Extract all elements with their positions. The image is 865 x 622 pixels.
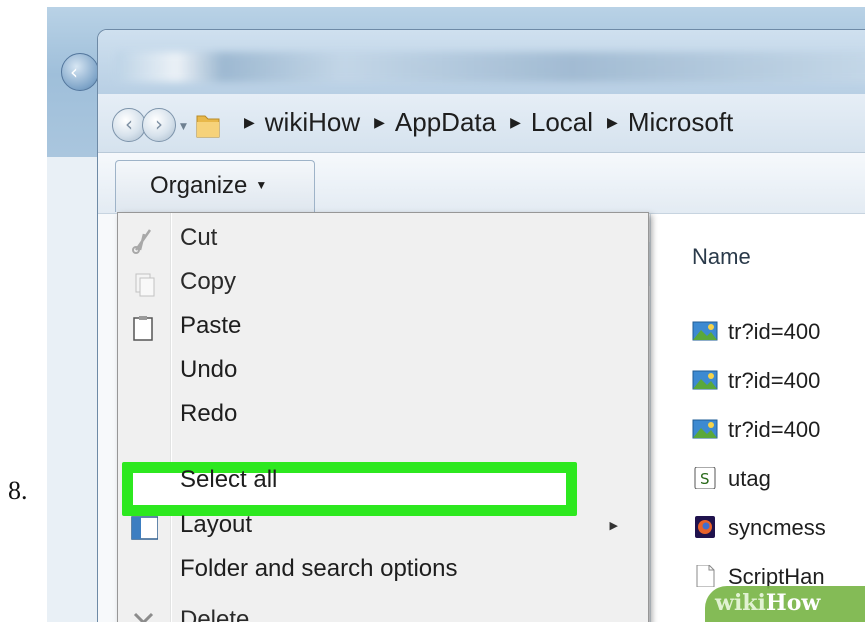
watermark-brand-b: How — [765, 590, 821, 616]
delete-x-icon — [133, 612, 154, 622]
address-bar-row: ‹ › ▼ ▶ wikiHow ▶ AppData ▶ Local ▶ Microsoft — [98, 94, 865, 153]
breadcrumb-separator-icon[interactable]: ▶ — [607, 114, 618, 130]
screenshot-frame: ‹ ‹ › ▼ ▶ wikiHow ▶ AppData ▶ Local ▶ Microsoft… — [47, 7, 865, 622]
list-item[interactable]: tr?id=400 — [692, 368, 820, 398]
clipboard-icon — [133, 316, 153, 341]
list-item[interactable]: Sutag — [692, 466, 771, 496]
list-item[interactable]: tr?id=400 — [692, 417, 820, 447]
watermark-brand-a: wiki — [715, 590, 766, 616]
layout-icon — [131, 516, 158, 540]
image-file-icon — [692, 370, 718, 390]
list-item[interactable]: syncmess — [692, 515, 826, 545]
copy-icon — [135, 273, 155, 297]
breadcrumb-separator-icon[interactable]: ▶ — [510, 114, 521, 130]
menu-item-select-all[interactable]: Select all — [118, 460, 648, 504]
command-bar: Organize ▼ — [98, 153, 865, 214]
breadcrumb-separator-icon[interactable]: ▶ — [374, 114, 385, 130]
background-back-button[interactable]: ‹ — [61, 53, 99, 91]
organize-label: Organize — [150, 172, 248, 199]
firefox-file-icon — [695, 516, 715, 539]
menu-item-cut[interactable]: Cut — [118, 218, 648, 262]
file-name: tr?id=400 — [728, 368, 821, 393]
menu-item-redo[interactable]: Redo — [118, 394, 648, 438]
back-button[interactable]: ‹ — [112, 108, 146, 142]
file-name: syncmess — [728, 515, 826, 540]
menu-item-label: Folder and search options — [180, 555, 458, 582]
menu-item-layout[interactable]: Layout ▶ — [118, 505, 648, 549]
organize-context-menu: Cut Copy Paste Undo Redo Select all Layo… — [117, 212, 649, 622]
menu-item-folder-options[interactable]: Folder and search options — [118, 549, 648, 593]
forward-button[interactable]: › — [142, 108, 176, 142]
back-arrow-icon: ‹ — [70, 60, 78, 84]
organize-button[interactable]: Organize ▼ — [115, 160, 315, 212]
menu-item-paste[interactable]: Paste — [118, 306, 648, 350]
folder-icon — [196, 115, 220, 138]
menu-item-label: Select all — [180, 466, 278, 493]
file-list: Name tr?id=400 tr?id=400 tr?id=400 Sutag… — [651, 214, 865, 622]
svg-text:S: S — [700, 470, 710, 488]
step-number: 8. — [8, 476, 28, 505]
file-name: tr?id=400 — [728, 417, 821, 442]
script-file-icon: S — [694, 467, 716, 490]
menu-item-label: Layout — [180, 511, 253, 538]
window-titlebar — [98, 30, 865, 94]
breadcrumb-item[interactable]: wikiHow — [265, 107, 360, 137]
menu-item-label: Cut — [180, 224, 218, 251]
chevron-down-icon: ▼ — [255, 178, 268, 192]
scissors-icon — [132, 229, 152, 254]
menu-item-undo[interactable]: Undo — [118, 350, 648, 394]
menu-item-delete[interactable]: Delete — [118, 600, 648, 622]
breadcrumb: ▶ wikiHow ▶ AppData ▶ Local ▶ Microsoft — [230, 107, 733, 138]
wikihow-watermark: wikiHow — [705, 586, 865, 622]
breadcrumb-item[interactable]: Microsoft — [628, 107, 733, 137]
list-item[interactable]: tr?id=400 — [692, 319, 820, 349]
menu-item-copy[interactable]: Copy — [118, 262, 648, 306]
breadcrumb-item[interactable]: AppData — [395, 107, 496, 137]
recent-pages-chevron-icon[interactable]: ▼ — [180, 122, 187, 132]
file-name: tr?id=400 — [728, 319, 821, 344]
blurred-title-path — [116, 52, 865, 82]
breadcrumb-item[interactable]: Local — [531, 107, 593, 137]
menu-item-label: Delete — [180, 606, 250, 622]
menu-item-label: Copy — [180, 268, 237, 295]
image-file-icon — [692, 321, 718, 341]
breadcrumb-separator-icon: ▶ — [244, 114, 255, 130]
menu-item-label: Redo — [180, 400, 238, 427]
blank-file-icon — [696, 565, 715, 588]
column-header-name[interactable]: Name — [692, 244, 751, 270]
submenu-arrow-icon: ▶ — [609, 520, 618, 532]
file-name: utag — [728, 466, 771, 491]
image-file-icon — [692, 419, 718, 439]
menu-item-label: Undo — [180, 356, 238, 383]
menu-item-label: Paste — [180, 312, 242, 339]
